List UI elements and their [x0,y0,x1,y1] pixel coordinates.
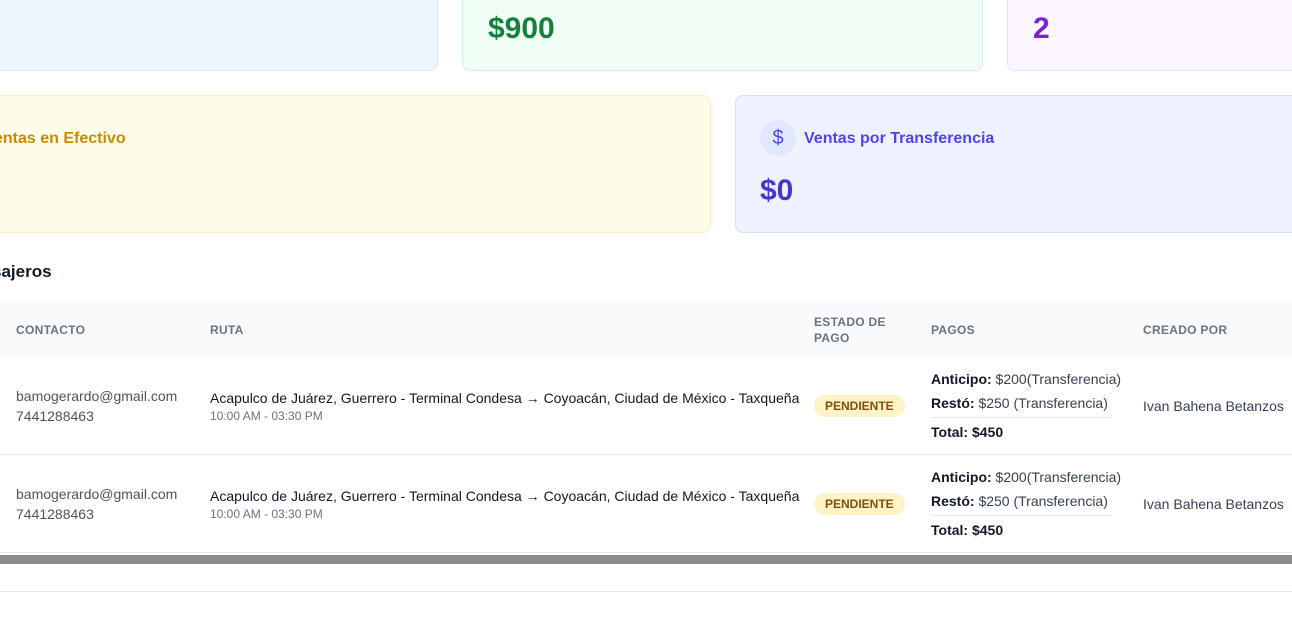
cash-sales-title: entas en Efectivo [0,130,126,147]
status-badge: PENDIENTE [814,395,905,417]
route-time: 10:00 AM - 03:30 PM [210,409,323,423]
payment-divider [931,417,1111,418]
header-payment-status-line2: PAGO [814,331,850,345]
created-by: Ivan Bahena Betanzos [1143,496,1284,512]
route-time: 10:00 AM - 03:30 PM [210,507,323,521]
payment-anticipo: Anticipo: $200(Transferencia) [931,468,1121,486]
resto-value: $250 (Transferencia) [974,493,1108,509]
transfer-sales-value: $0 [760,174,794,207]
header-payment-status: ESTADO DE PAGO [814,314,886,346]
stat-card-blue [0,0,438,71]
contact-email: bamogerardo@gmail.com [16,486,178,502]
contact-phone: 7441288463 [16,506,94,522]
cash-sales-card [0,95,711,233]
passengers-section-title: sajeros [0,262,52,281]
created-by: Ivan Bahena Betanzos [1143,398,1284,414]
header-contact: CONTACTO [16,323,86,337]
header-payment-status-line1: ESTADO DE [814,315,886,329]
table-header: CONTACTO RUTA ESTADO DE PAGO PAGOS CREAD… [0,301,1292,357]
stat-card-count [1007,0,1292,71]
payment-anticipo: Anticipo: $200(Transferencia) [931,370,1121,388]
header-route: RUTA [210,323,244,337]
anticipo-value: $200(Transferencia) [991,371,1122,387]
contact-phone: 7441288463 [16,408,94,424]
anticipo-value: $200(Transferencia) [991,469,1122,485]
header-payments: PAGOS [931,323,975,337]
transfer-sales-title: Ventas por Transferencia [804,130,995,147]
stat-total-value: $900 [488,12,555,45]
divider [0,591,1292,592]
table-row: bamogerardo@gmail.com 7441288463 Acapulc… [0,455,1292,553]
header-created-by: CREADO POR [1143,323,1228,337]
route-text: Acapulco de Juárez, Guerrero - Terminal … [210,390,800,406]
horizontal-scrollbar[interactable] [0,555,1292,564]
payment-resto: Restó: $250 (Transferencia) [931,492,1108,510]
table-row: bamogerardo@gmail.com 7441288463 Acapulc… [0,357,1292,455]
status-badge: PENDIENTE [814,493,905,515]
resto-value: $250 (Transferencia) [974,395,1108,411]
stat-count-value: 2 [1033,12,1050,45]
contact-email: bamogerardo@gmail.com [16,388,178,404]
payment-total: Total: $450 [931,424,1004,440]
payment-total: Total: $450 [931,522,1004,538]
route-text: Acapulco de Juárez, Guerrero - Terminal … [210,488,800,504]
resto-label: Restó: [931,395,975,411]
dollar-icon: $ [760,120,796,156]
payment-divider [931,515,1111,516]
resto-label: Restó: [931,493,975,509]
transfer-sales-card [735,95,1292,233]
anticipo-label: Anticipo: [931,371,992,387]
anticipo-label: Anticipo: [931,469,992,485]
payment-resto: Restó: $250 (Transferencia) [931,394,1108,412]
